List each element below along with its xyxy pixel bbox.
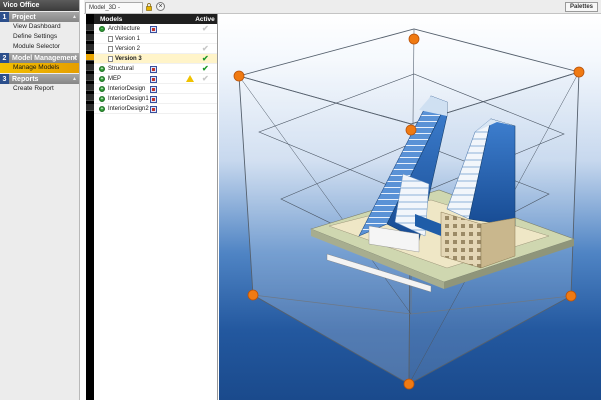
palettes-button[interactable]: Palettes xyxy=(564,2,598,12)
lock-icon[interactable] xyxy=(146,3,152,11)
interior-model-icon xyxy=(150,86,157,93)
model-name: InteriorDesign1 xyxy=(108,95,149,102)
interior-model-icon xyxy=(150,96,157,103)
tree-row-interiordesign2[interactable]: + InteriorDesign2 xyxy=(94,104,217,114)
model-name: InteriorDesign xyxy=(108,85,146,92)
structural-model-icon xyxy=(150,66,157,73)
version-icon xyxy=(108,45,113,52)
3d-viewport[interactable] xyxy=(219,14,601,400)
tree-row-version-1[interactable]: Version 1 xyxy=(94,34,217,44)
strip-marker xyxy=(86,84,94,91)
tree-row-mep[interactable]: + MEP ✔ xyxy=(94,74,217,84)
check-icon[interactable]: ✔ xyxy=(202,54,209,63)
expand-icon[interactable]: + xyxy=(99,65,105,72)
strip-marker xyxy=(86,104,94,111)
architecture-model-icon xyxy=(150,26,157,33)
column-header-active[interactable]: Active xyxy=(193,16,217,23)
model-color-strip xyxy=(86,14,94,400)
version-icon xyxy=(108,55,113,62)
document-tab-bar: Model_3D - Modified × Palettes xyxy=(84,0,601,21)
orbit-handle-icon[interactable] xyxy=(247,289,259,301)
strip-marker-selected xyxy=(86,54,94,61)
model-name: InteriorDesign2 xyxy=(108,105,149,112)
check-icon[interactable]: ✔ xyxy=(202,64,209,73)
models-tree-panel: Models Active - Architecture ✔ Version 1… xyxy=(94,14,218,400)
nav-section-reports[interactable]: 3 Reports ▲ xyxy=(0,74,79,84)
orbit-handle-icon[interactable] xyxy=(405,124,417,136)
nav-section-project[interactable]: 1 Project ▲ xyxy=(0,12,79,22)
collapse-arrow-icon[interactable]: ▲ xyxy=(72,76,77,82)
document-tab[interactable]: Model_3D - Modified xyxy=(85,2,143,21)
strip-marker xyxy=(86,34,94,41)
tree-row-interiordesign[interactable]: + InteriorDesign xyxy=(94,84,217,94)
tree-row-version-2[interactable]: Version 2 ✔ xyxy=(94,44,217,54)
nav-section-label: Project xyxy=(12,13,36,21)
interior-model-icon xyxy=(150,106,157,113)
expand-icon[interactable]: + xyxy=(99,75,105,82)
nav-section-label: Model Management xyxy=(12,54,77,62)
strip-marker xyxy=(86,24,94,31)
orbit-handle-icon[interactable] xyxy=(565,290,577,302)
model-name: MEP xyxy=(108,75,122,82)
nav-item-create-report[interactable]: Create Report xyxy=(0,84,79,94)
close-icon[interactable]: × xyxy=(156,2,165,11)
expand-icon[interactable]: - xyxy=(99,25,105,32)
column-header-models[interactable]: Models xyxy=(94,16,193,23)
nav-item-manage-models[interactable]: Manage Models xyxy=(0,63,79,73)
orbit-handle-icon[interactable] xyxy=(403,378,415,390)
nav-section-number: 2 xyxy=(0,53,9,63)
orbit-handle-icon[interactable] xyxy=(233,70,245,82)
orbit-handle-icon[interactable] xyxy=(573,66,585,78)
nav-section-model-management[interactable]: 2 Model Management ▲ xyxy=(0,53,79,63)
strip-marker xyxy=(86,74,94,81)
strip-marker xyxy=(86,44,94,51)
tree-row-version-3[interactable]: Version 3 ✔ xyxy=(94,54,217,64)
3d-scene[interactable] xyxy=(219,14,601,400)
collapse-arrow-icon[interactable]: ▲ xyxy=(72,55,77,61)
nav-item-view-dashboard[interactable]: View Dashboard xyxy=(0,22,79,32)
orbit-handle-icon[interactable] xyxy=(408,33,420,45)
model-name: Architecture xyxy=(108,25,141,32)
expand-icon[interactable]: + xyxy=(99,95,105,102)
check-icon[interactable]: ✔ xyxy=(202,44,209,53)
check-icon[interactable]: ✔ xyxy=(202,74,209,83)
model-name: Version 2 xyxy=(115,45,141,52)
app-title: Vico Office xyxy=(0,0,79,11)
models-tree-header: Models Active xyxy=(94,14,217,24)
model-name: Version 1 xyxy=(115,35,141,42)
version-icon xyxy=(108,35,113,42)
model-name: Structural xyxy=(108,65,134,72)
strip-marker xyxy=(86,94,94,101)
nav-item-module-selector[interactable]: Module Selector xyxy=(0,42,79,52)
collapse-arrow-icon[interactable]: ▲ xyxy=(72,14,77,20)
nav-section-number: 1 xyxy=(0,12,9,22)
check-icon[interactable]: ✔ xyxy=(202,24,209,33)
nav-section-label: Reports xyxy=(12,75,39,83)
navigation-panel: Vico Office 1 Project ▲ View Dashboard D… xyxy=(0,0,80,400)
tree-row-structural[interactable]: + Structural ✔ xyxy=(94,64,217,74)
nav-item-define-settings[interactable]: Define Settings xyxy=(0,32,79,42)
mep-model-icon xyxy=(150,76,157,83)
warning-icon xyxy=(186,75,194,82)
strip-marker xyxy=(86,64,94,71)
nav-section-number: 3 xyxy=(0,74,9,84)
tree-row-interiordesign1[interactable]: + InteriorDesign1 xyxy=(94,94,217,104)
model-name: Version 3 xyxy=(115,55,142,62)
expand-icon[interactable]: + xyxy=(99,105,105,112)
expand-icon[interactable]: + xyxy=(99,85,105,92)
tree-row-architecture[interactable]: - Architecture ✔ xyxy=(94,24,217,34)
